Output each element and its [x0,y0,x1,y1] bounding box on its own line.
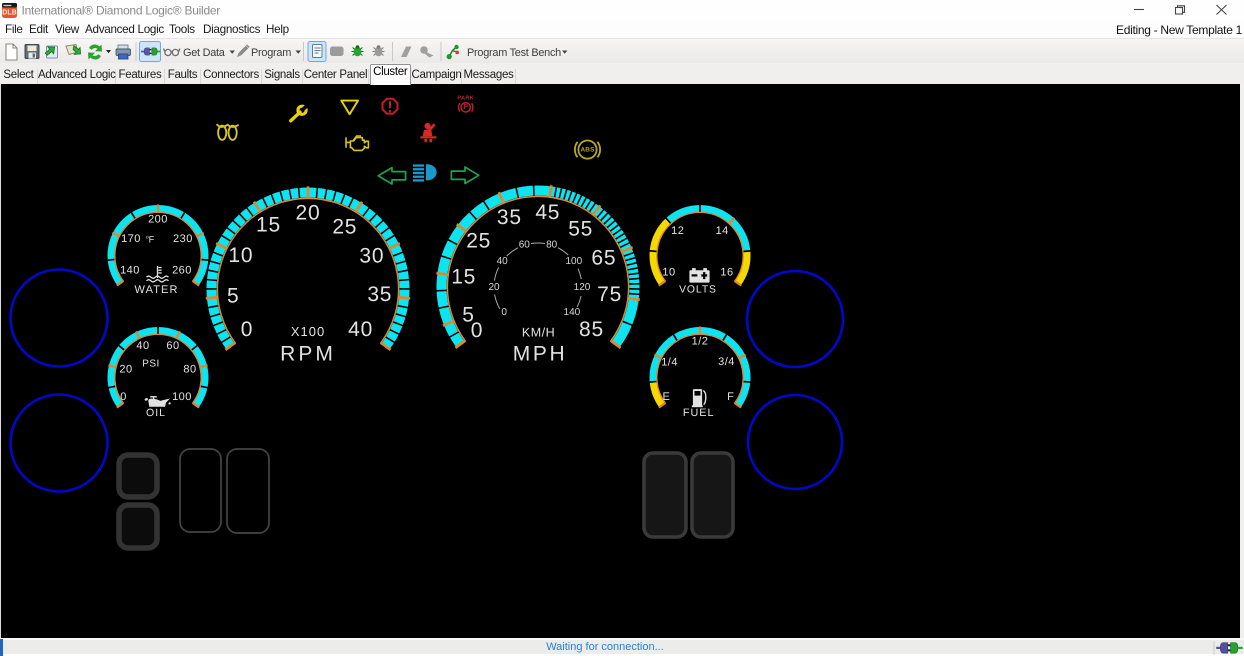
svg-text:1/4: 1/4 [661,356,678,368]
svg-text:16: 16 [720,267,733,279]
svg-text:KM/H: KM/H [522,326,555,340]
svg-text:140: 140 [120,265,140,277]
svg-text:15: 15 [256,214,281,237]
svg-text:260: 260 [172,265,192,277]
svg-text:25: 25 [466,230,491,253]
svg-text:80: 80 [546,240,558,251]
svg-text:3/4: 3/4 [718,356,735,368]
svg-text:60: 60 [519,240,531,251]
svg-text:15: 15 [451,265,476,288]
svg-text:200: 200 [148,214,168,226]
svg-text:VOLTS: VOLTS [679,284,717,295]
svg-text:10: 10 [228,244,253,267]
svg-text:40: 40 [497,256,509,267]
svg-text:35: 35 [367,283,392,306]
svg-text:0: 0 [120,391,127,403]
svg-text:20: 20 [296,202,321,225]
svg-text:DLB: DLB [2,9,16,16]
svg-text:Get Data: Get Data [183,47,226,59]
svg-text:oF: oF [146,234,155,244]
svg-text:RPM: RPM [280,343,336,366]
svg-text:X100: X100 [291,324,325,339]
svg-text:P: P [463,104,468,111]
svg-text:55: 55 [568,218,593,241]
svg-text:0: 0 [471,319,483,342]
svg-text:100: 100 [172,391,192,403]
svg-text:14: 14 [716,225,729,237]
svg-text:Program: Program [251,47,291,59]
svg-text:5: 5 [227,284,239,307]
svg-text:40: 40 [348,318,373,341]
svg-text:80: 80 [183,364,196,376]
svg-text:75: 75 [597,283,622,306]
svg-text:International® Diamond Logic®: International® Diamond Logic® Builder [22,4,221,18]
svg-text:OIL: OIL [146,407,166,419]
svg-text:230: 230 [173,233,193,245]
svg-text:PSI: PSI [142,359,160,370]
svg-text:45: 45 [535,201,560,224]
svg-text:170: 170 [121,233,141,245]
svg-text:20: 20 [488,282,500,293]
svg-text:35: 35 [497,206,522,229]
svg-text:100: 100 [565,256,582,267]
svg-text:PARK: PARK [457,95,474,101]
svg-text:25: 25 [332,216,357,239]
svg-text:WATER: WATER [135,284,179,296]
svg-text:40: 40 [136,340,149,352]
svg-text:85: 85 [579,318,604,341]
svg-text:F: F [727,391,734,403]
svg-text:140: 140 [564,307,581,318]
svg-text:20: 20 [119,364,132,376]
svg-text:60: 60 [166,340,179,352]
svg-text:10: 10 [662,267,675,279]
svg-text:1/2: 1/2 [692,336,709,348]
svg-text:12: 12 [671,225,684,237]
svg-text:0: 0 [241,318,253,341]
svg-text:30: 30 [359,244,384,267]
svg-text:MPH: MPH [513,343,567,366]
svg-text:E: E [662,391,670,403]
svg-text:Program Test Bench: Program Test Bench [467,47,561,59]
svg-text:0: 0 [501,307,507,318]
svg-text:FUEL: FUEL [683,407,715,419]
svg-text:65: 65 [591,247,616,270]
svg-text:ABS: ABS [580,147,595,154]
svg-text:120: 120 [574,282,591,293]
